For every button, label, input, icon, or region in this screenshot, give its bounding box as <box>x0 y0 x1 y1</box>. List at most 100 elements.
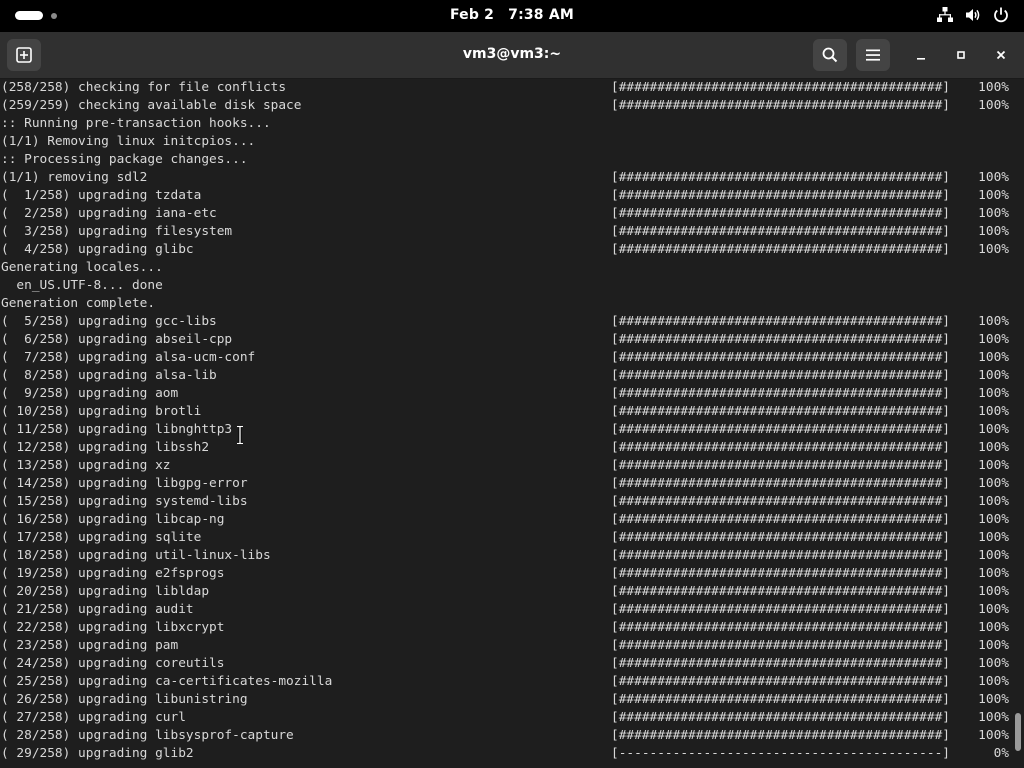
terminal-line: (259/259) checking available disk space [… <box>1 97 1011 115</box>
progress-percent: 100% <box>978 386 1009 401</box>
progress-percent: 100% <box>978 314 1009 329</box>
clock[interactable]: Feb 2 7:38 AM <box>0 7 1024 23</box>
text-cursor-icon <box>237 425 243 445</box>
scrollbar-thumb[interactable] <box>1015 713 1021 751</box>
progress-bar: [#######################################… <box>611 98 950 113</box>
progress-percent: 100% <box>978 98 1009 113</box>
progress-bar: [#######################################… <box>611 566 950 581</box>
terminal-line: ( 26/258) upgrading libunistring [#######… <box>1 691 1011 709</box>
line-text: ( 1/258) upgrading tzdata <box>1 188 202 203</box>
progress-percent: 100% <box>978 404 1009 419</box>
menu-icon <box>866 49 880 61</box>
top-bar: Feb 2 7:38 AM <box>0 0 1024 32</box>
progress-percent: 100% <box>978 530 1009 545</box>
terminal-line: ( 2/258) upgrading iana-etc [############… <box>1 205 1011 223</box>
terminal-line: ( 18/258) upgrading util-linux-libs [####… <box>1 547 1011 565</box>
terminal-line: ( 17/258) upgrading sqlite [#############… <box>1 529 1011 547</box>
maximize-button[interactable] <box>951 45 971 65</box>
progress-bar: [#######################################… <box>611 368 950 383</box>
terminal-line: :: Processing package changes... <box>1 151 1011 169</box>
progress-percent: 100% <box>978 332 1009 347</box>
progress-bar: [#######################################… <box>611 404 950 419</box>
line-text: ( 15/258) upgrading systemd-libs <box>1 494 248 509</box>
progress-bar: [#######################################… <box>611 224 950 239</box>
terminal-line: ( 23/258) upgrading pam [################… <box>1 637 1011 655</box>
system-menu[interactable] <box>936 6 1010 24</box>
progress-bar: [#######################################… <box>611 638 950 653</box>
progress-percent: 100% <box>978 494 1009 509</box>
progress-percent: 100% <box>978 638 1009 653</box>
line-text: ( 9/258) upgrading aom <box>1 386 179 401</box>
line-text: ( 11/258) upgrading libnghttp3 <box>1 422 233 437</box>
progress-bar: [#######################################… <box>611 350 950 365</box>
terminal-line: ( 10/258) upgrading brotli [#############… <box>1 403 1011 421</box>
line-text: ( 16/258) upgrading libcap-ng <box>1 512 225 527</box>
progress-bar: [#######################################… <box>611 332 950 347</box>
terminal-line: ( 22/258) upgrading libxcrypt [##########… <box>1 619 1011 637</box>
terminal-line: Generation complete. <box>1 295 1011 313</box>
progress-percent: 100% <box>978 170 1009 185</box>
minimize-button[interactable] <box>911 45 931 65</box>
terminal-line: (1/1) removing sdl2 [####################… <box>1 169 1011 187</box>
line-text: ( 21/258) upgrading audit <box>1 602 194 617</box>
terminal-line: Generating locales... <box>1 259 1011 277</box>
line-text: ( 4/258) upgrading glibc <box>1 242 194 257</box>
progress-percent: 100% <box>978 440 1009 455</box>
progress-percent: 100% <box>978 710 1009 725</box>
line-text: ( 2/258) upgrading iana-etc <box>1 206 217 221</box>
network-icon <box>937 7 953 22</box>
header-bar[interactable]: vm3@vm3:~ <box>0 32 1024 79</box>
line-text: ( 19/258) upgrading e2fsprogs <box>1 566 225 581</box>
line-text: Generating locales... <box>1 260 163 275</box>
line-text: (258/258) checking for file conflicts <box>1 80 287 95</box>
search-button[interactable] <box>813 39 847 71</box>
terminal-output[interactable]: (258/258) checking for file conflicts [##… <box>0 79 1012 768</box>
progress-percent: 100% <box>978 458 1009 473</box>
progress-percent: 100% <box>978 368 1009 383</box>
terminal-line: ( 13/258) upgrading xz [#################… <box>1 457 1011 475</box>
line-text: (1/1) Removing linux initcpios... <box>1 134 256 149</box>
line-text: ( 18/258) upgrading util-linux-libs <box>1 548 271 563</box>
line-text: ( 10/258) upgrading brotli <box>1 404 202 419</box>
scrollbar[interactable] <box>1012 79 1024 768</box>
terminal-line: ( 27/258) upgrading curl [###############… <box>1 709 1011 727</box>
progress-bar: [#######################################… <box>611 170 950 185</box>
line-text: ( 5/258) upgrading gcc-libs <box>1 314 217 329</box>
progress-bar: [#######################################… <box>611 620 950 635</box>
progress-bar: [#######################################… <box>611 512 950 527</box>
progress-percent: 100% <box>978 242 1009 257</box>
progress-bar: [---------------------------------------… <box>611 746 950 761</box>
clock-time: 7:38 AM <box>508 7 574 23</box>
menu-button[interactable] <box>856 39 890 71</box>
line-text: (1/1) removing sdl2 <box>1 170 148 185</box>
progress-bar: [#######################################… <box>611 206 950 221</box>
progress-percent: 100% <box>978 674 1009 689</box>
terminal-line: ( 15/258) upgrading systemd-libs [#######… <box>1 493 1011 511</box>
terminal-line: (258/258) checking for file conflicts [##… <box>1 79 1011 97</box>
progress-percent: 100% <box>978 512 1009 527</box>
progress-bar: [#######################################… <box>611 422 950 437</box>
terminal-window: vm3@vm3:~ (258/258) checking for file co… <box>0 32 1024 768</box>
line-text: ( 12/258) upgrading libssh2 <box>1 440 210 455</box>
close-button[interactable] <box>991 45 1011 65</box>
progress-percent: 100% <box>978 476 1009 491</box>
terminal-line: ( 29/258) upgrading glib2 [--------------… <box>1 745 1011 763</box>
progress-percent: 100% <box>978 188 1009 203</box>
progress-bar: [#######################################… <box>611 80 950 95</box>
terminal-line: ( 1/258) upgrading tzdata [##############… <box>1 187 1011 205</box>
terminal-line: :: Running pre-transaction hooks... <box>1 115 1011 133</box>
line-text: Generation complete. <box>1 296 156 311</box>
line-text: ( 8/258) upgrading alsa-lib <box>1 368 217 383</box>
progress-bar: [#######################################… <box>611 494 950 509</box>
terminal-line: ( 9/258) upgrading aom [#################… <box>1 385 1011 403</box>
line-text: ( 28/258) upgrading libsysprof-capture <box>1 728 294 743</box>
progress-bar: [#######################################… <box>611 188 950 203</box>
minimize-icon <box>917 58 925 60</box>
line-text: ( 26/258) upgrading libunistring <box>1 692 248 707</box>
volume-icon <box>966 9 980 21</box>
terminal-line: ( 21/258) upgrading audit [##############… <box>1 601 1011 619</box>
terminal-line: ( 4/258) upgrading glibc [###############… <box>1 241 1011 259</box>
terminal-line: ( 12/258) upgrading libssh2 [############… <box>1 439 1011 457</box>
line-text: ( 13/258) upgrading xz <box>1 458 171 473</box>
terminal-line: ( 6/258) upgrading abseil-cpp [##########… <box>1 331 1011 349</box>
